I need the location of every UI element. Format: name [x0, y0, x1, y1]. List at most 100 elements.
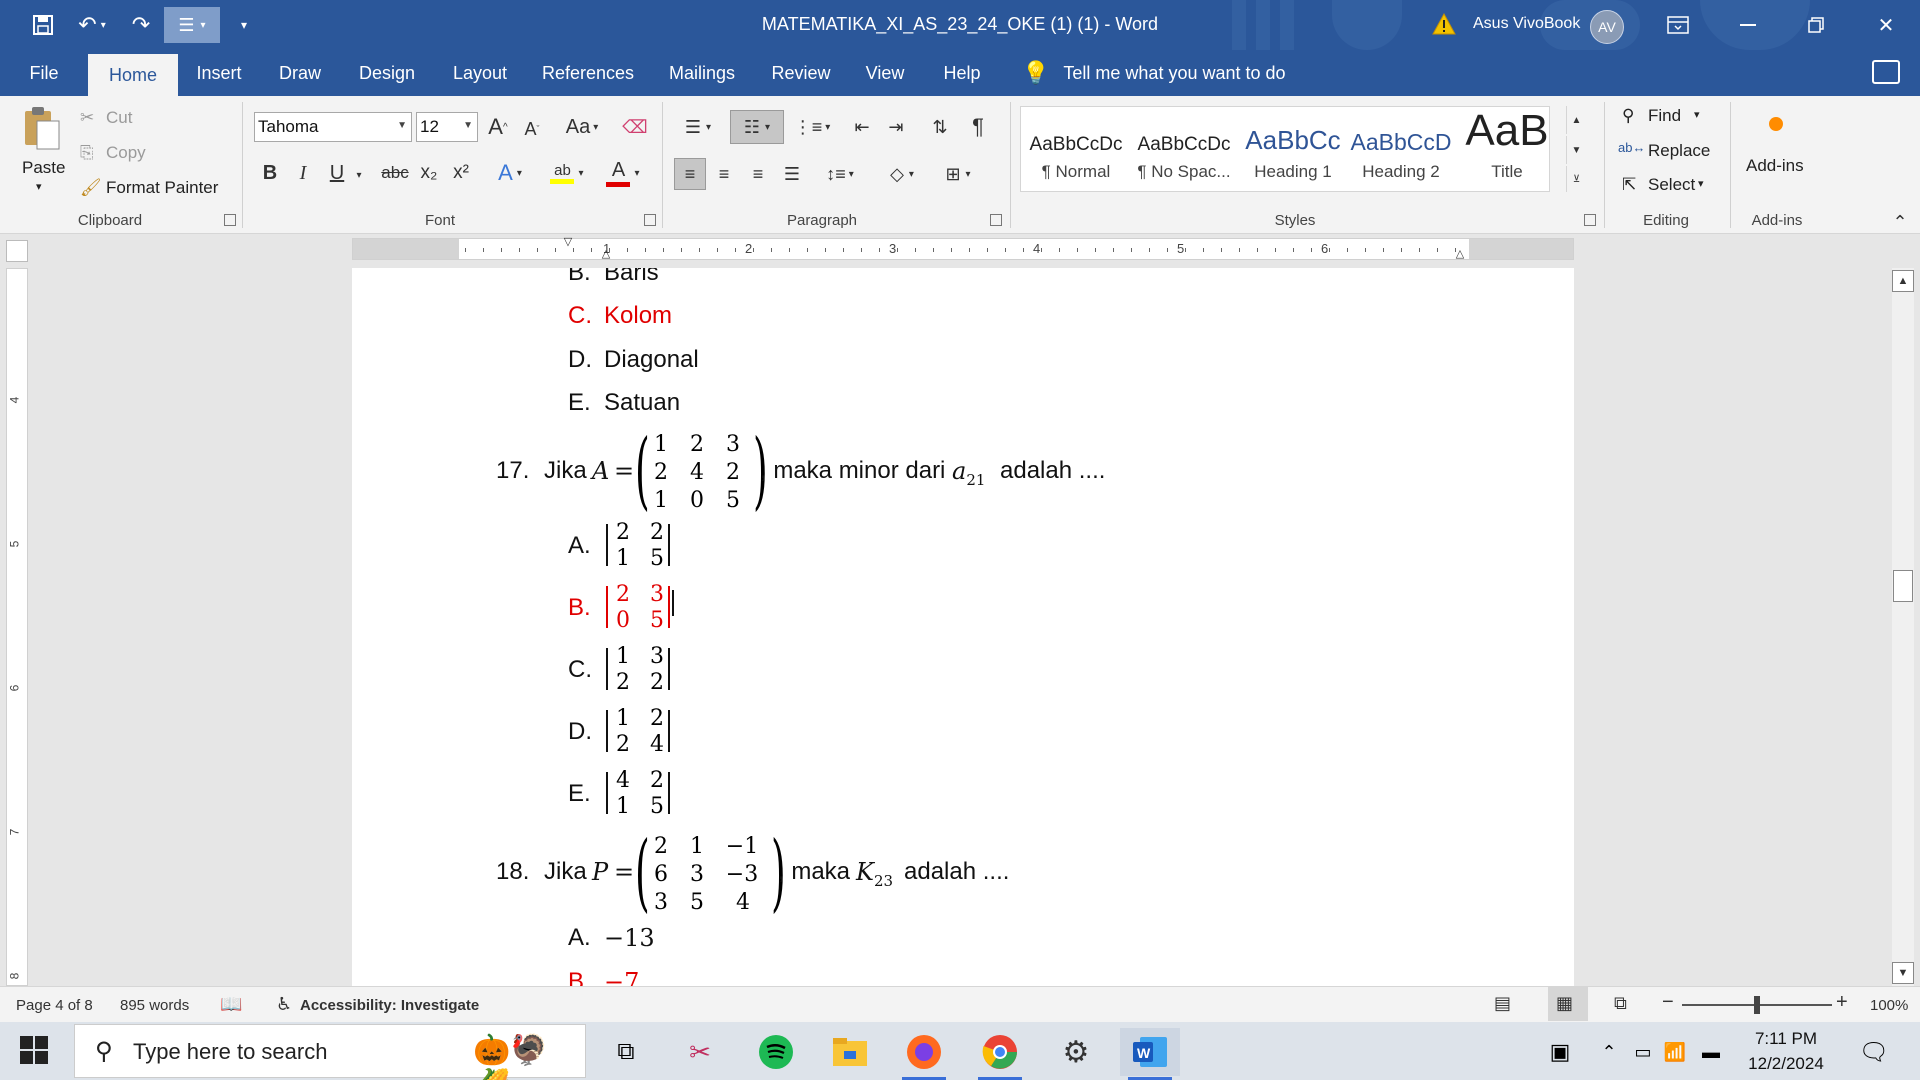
chevron-down-icon[interactable]: ▾	[1694, 108, 1700, 121]
tell-me-search[interactable]: 💡 Tell me what you want to do	[1022, 50, 1286, 96]
word-count[interactable]: 895 words	[120, 997, 189, 1014]
grow-font-icon[interactable]: A ^	[484, 112, 512, 142]
font-launcher-icon[interactable]	[644, 214, 656, 226]
line-spacing-icon[interactable]: ↕≡ ▾	[818, 160, 862, 188]
battery-icon[interactable]: ▬	[1694, 1028, 1728, 1076]
save-icon[interactable]	[26, 0, 60, 50]
word-app-icon[interactable]: W	[1120, 1028, 1180, 1080]
replace-button[interactable]: Replace	[1648, 141, 1710, 161]
minimize-icon[interactable]	[1718, 0, 1778, 50]
restore-icon[interactable]	[1786, 0, 1846, 50]
tab-selector[interactable]	[6, 240, 28, 262]
web-layout-icon[interactable]: ⧉	[1614, 993, 1627, 1014]
chevron-down-icon[interactable]: ▾	[352, 160, 366, 190]
scroll-thumb[interactable]	[1893, 570, 1913, 602]
scroll-up-icon[interactable]: ▲	[1892, 270, 1914, 292]
redo-icon[interactable]: ↷	[124, 0, 158, 50]
undo-icon[interactable]: ↶ ▾	[70, 0, 114, 50]
search-highlight-icon[interactable]: 🎃🦃🌽	[473, 1033, 585, 1080]
style-heading-2[interactable]: AaBbCcD Heading 2	[1350, 106, 1452, 192]
cut-button[interactable]: Cut	[106, 108, 132, 128]
tab-review[interactable]: Review	[764, 50, 838, 96]
tab-view[interactable]: View	[858, 50, 912, 96]
windows-start-icon[interactable]	[20, 1036, 48, 1064]
shading-icon[interactable]: ◇ ▾	[878, 160, 926, 188]
addins-icon[interactable]	[1766, 114, 1786, 134]
tab-insert[interactable]: Insert	[186, 50, 252, 96]
ribbon-display-options-icon[interactable]	[1648, 0, 1708, 50]
proofing-icon[interactable]: 📖	[220, 994, 242, 1015]
close-icon[interactable]: ✕	[1856, 0, 1916, 50]
hanging-indent-marker[interactable]: △	[599, 247, 613, 260]
font-name-combo[interactable]: Tahoma ▼	[254, 112, 412, 142]
customize-toolbar-icon[interactable]: ▾	[232, 0, 256, 50]
italic-button[interactable]: I	[290, 158, 316, 188]
addins-button[interactable]: Add-ins	[1746, 156, 1804, 176]
align-right-icon[interactable]: ≡	[744, 160, 772, 188]
increase-indent-icon[interactable]: ⇥	[882, 112, 910, 142]
document-page[interactable]: B. Baris C. Kolom D. Diagonal E. Satuan …	[352, 268, 1574, 986]
bold-button[interactable]: B	[256, 158, 284, 188]
avatar[interactable]: AV	[1590, 10, 1624, 44]
news-widget-icon[interactable]: ▣	[1530, 1028, 1590, 1076]
paste-dropdown-icon[interactable]: ▾	[36, 180, 42, 193]
chrome-icon[interactable]	[970, 1028, 1030, 1080]
shrink-font-icon[interactable]: Aˇ	[518, 114, 546, 144]
highlight-color-icon[interactable]: ab ▾	[542, 158, 592, 188]
change-case-icon[interactable]: Aa ▾	[558, 112, 606, 142]
superscript-button[interactable]: x²	[448, 158, 474, 188]
strikethrough-button[interactable]: abc	[378, 158, 412, 188]
find-button[interactable]: Find	[1648, 106, 1681, 126]
bullets-icon[interactable]: ☰ ▾	[676, 112, 720, 142]
user-name[interactable]: Asus VivoBook	[1473, 15, 1580, 33]
read-mode-icon[interactable]: ▤	[1494, 993, 1511, 1014]
style-heading-1[interactable]: AaBbCc Heading 1	[1244, 106, 1342, 192]
firefox-icon[interactable]	[894, 1028, 954, 1080]
numbering-quick-icon[interactable]: ☰ ▾	[164, 7, 220, 43]
clear-formatting-icon[interactable]: ⌫	[620, 112, 650, 142]
underline-button[interactable]: U	[324, 158, 350, 188]
show-formatting-icon[interactable]: ¶	[964, 112, 992, 142]
copy-button[interactable]: Copy	[106, 143, 146, 163]
tab-references[interactable]: References	[538, 50, 638, 96]
multilevel-list-icon[interactable]: ⋮≡ ▾	[792, 112, 832, 142]
wifi-icon[interactable]: 📶	[1660, 1028, 1690, 1076]
styles-scroll-up-icon[interactable]: ▲	[1566, 106, 1586, 134]
styles-scroll-down-icon[interactable]: ▼	[1566, 136, 1586, 164]
tab-design[interactable]: Design	[350, 50, 424, 96]
decrease-indent-icon[interactable]: ⇤	[848, 112, 876, 142]
select-button[interactable]: Select	[1648, 175, 1695, 195]
settings-gear-icon[interactable]: ⚙	[1046, 1028, 1106, 1076]
paragraph-launcher-icon[interactable]	[990, 214, 1002, 226]
vertical-scrollbar[interactable]: ▲ ▼	[1892, 268, 1914, 986]
vertical-ruler[interactable]: 4 5 6 7 8	[6, 268, 28, 986]
system-clock[interactable]: 7:11 PM 12/2/2024	[1740, 1026, 1832, 1076]
horizontal-ruler[interactable]: 1 2 3 4 5 6 ▽ △ △	[352, 235, 1574, 260]
text-effects-icon[interactable]: A ▾	[490, 158, 530, 188]
first-line-indent-marker[interactable]: ▽	[561, 235, 575, 248]
meet-now-icon[interactable]: ▭	[1628, 1028, 1658, 1076]
zoom-slider-thumb[interactable]	[1754, 996, 1760, 1014]
paste-icon[interactable]	[22, 104, 62, 152]
font-color-icon[interactable]: A ▾	[598, 158, 648, 188]
comments-icon[interactable]	[1872, 60, 1900, 84]
show-hidden-icons-chevron-icon[interactable]: ⌃	[1594, 1028, 1624, 1076]
style-no-spacing[interactable]: AaBbCcDc ¶ No Spac...	[1132, 106, 1236, 192]
page-count[interactable]: Page 4 of 8	[16, 997, 93, 1014]
style-normal[interactable]: AaBbCcDc ¶ Normal	[1026, 106, 1126, 192]
notifications-icon[interactable]: 🗨	[1844, 1028, 1904, 1076]
sort-icon[interactable]: ⇅	[926, 112, 954, 142]
accessibility-status[interactable]: Accessibility: Investigate	[300, 997, 479, 1014]
justify-icon[interactable]: ☰	[778, 160, 806, 188]
zoom-out-icon[interactable]: −	[1662, 991, 1674, 1014]
tab-help[interactable]: Help	[932, 50, 992, 96]
format-painter-button[interactable]: Format Painter	[106, 178, 218, 198]
borders-icon[interactable]: ⊞ ▾	[934, 160, 982, 188]
paste-label[interactable]: Paste	[22, 158, 65, 178]
zoom-level[interactable]: 100%	[1870, 997, 1908, 1014]
tab-mailings[interactable]: Mailings	[660, 50, 744, 96]
file-explorer-icon[interactable]	[820, 1028, 880, 1076]
subscript-button[interactable]: x₂	[416, 158, 442, 188]
styles-launcher-icon[interactable]	[1584, 214, 1596, 226]
align-center-icon[interactable]: ≡	[710, 160, 738, 188]
